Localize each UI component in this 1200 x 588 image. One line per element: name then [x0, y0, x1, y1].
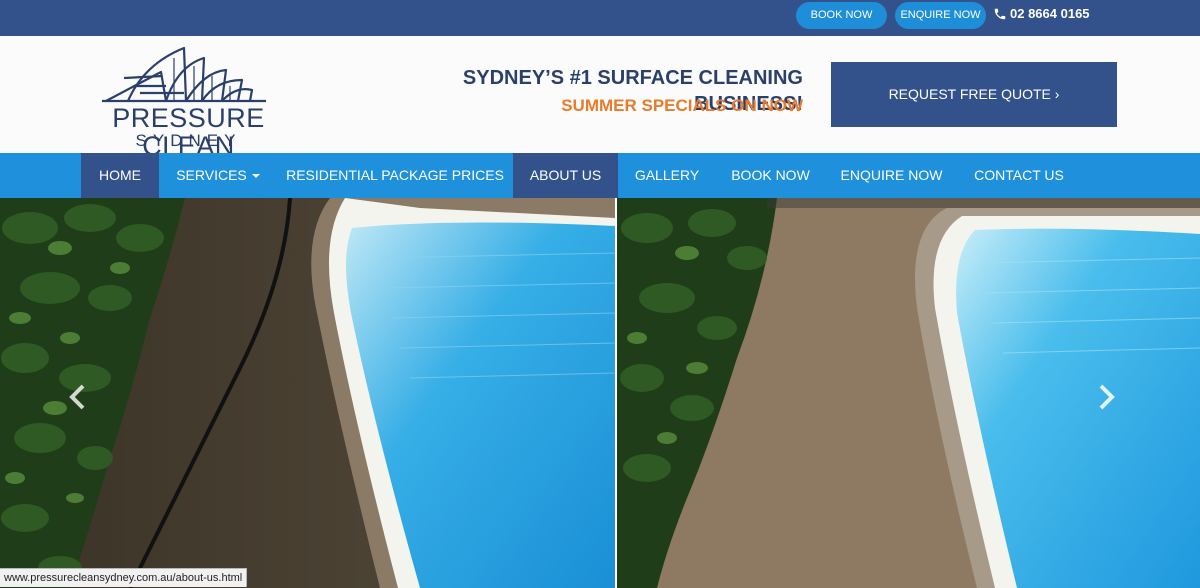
nav-item-book-now[interactable]: BOOK NOW — [716, 153, 825, 198]
chevron-left-icon[interactable] — [66, 382, 90, 412]
logo-sub: SYDNEY — [135, 131, 242, 150]
caret-down-icon — [251, 174, 260, 179]
hero-slider — [0, 198, 1200, 588]
nav-item-home[interactable]: HOME — [81, 153, 159, 198]
top-bar: BOOK NOW ENQUIRE NOW 02 8664 0165 — [0, 0, 1200, 36]
nav-item-about-us[interactable]: ABOUT US — [513, 153, 618, 198]
request-free-quote-button[interactable]: REQUEST FREE QUOTE › — [831, 62, 1117, 127]
main-nav: HOME SERVICES RESIDENTIAL PACKAGE PRICES… — [0, 153, 1200, 198]
nav-item-services-label: SERVICES — [176, 167, 247, 183]
top-book-now-button[interactable]: BOOK NOW — [796, 2, 887, 29]
site-logo[interactable]: PRESSURE CLEAN SYDNEY — [66, 46, 311, 160]
before-image — [0, 198, 615, 588]
nav-item-services[interactable]: SERVICES — [159, 153, 277, 198]
top-enquire-now-button[interactable]: ENQUIRE NOW — [895, 2, 986, 29]
nav-item-contact-us[interactable]: CONTACT US — [958, 153, 1080, 198]
summer-specials-text: SUMMER SPECIALS ON NOW — [561, 96, 803, 115]
phone-icon — [994, 8, 1006, 20]
browser-status-url: www.pressurecleansydney.com.au/about-us.… — [0, 568, 248, 587]
nav-item-residential-package-prices[interactable]: RESIDENTIAL PACKAGE PRICES — [277, 153, 513, 198]
nav-item-enquire-now[interactable]: ENQUIRE NOW — [825, 153, 958, 198]
nav-item-gallery[interactable]: GALLERY — [618, 153, 716, 198]
opera-house-logo-icon — [102, 46, 266, 103]
phone-number: 02 8664 0165 — [1010, 6, 1090, 21]
site-header: PRESSURE CLEAN SYDNEY SYDNEY’S #1 SURFAC… — [0, 36, 1200, 160]
chevron-right-icon[interactable] — [1094, 382, 1118, 412]
phone-link[interactable]: 02 8664 0165 — [993, 5, 1090, 23]
